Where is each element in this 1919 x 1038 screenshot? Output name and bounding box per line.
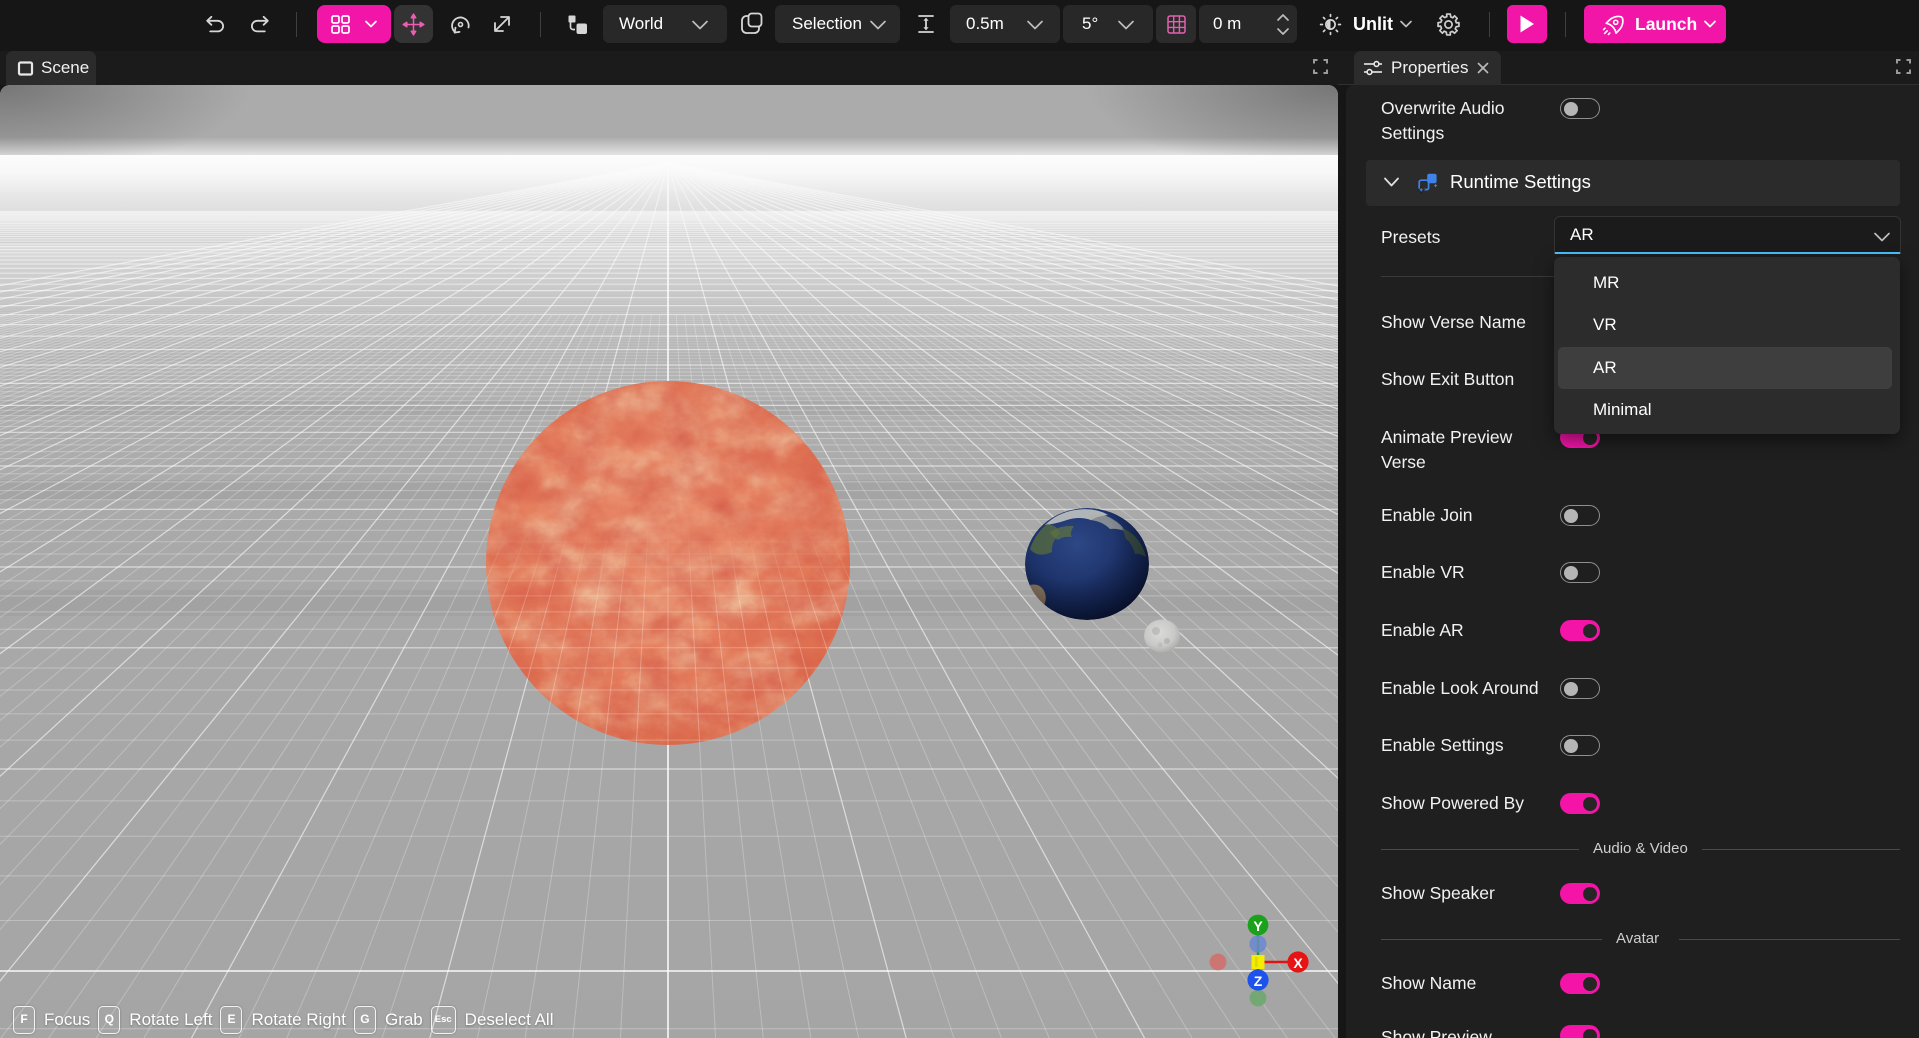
svg-text:X: X [1293, 955, 1303, 971]
svg-text:Z: Z [1254, 973, 1263, 989]
svg-text:Y: Y [1253, 918, 1263, 934]
